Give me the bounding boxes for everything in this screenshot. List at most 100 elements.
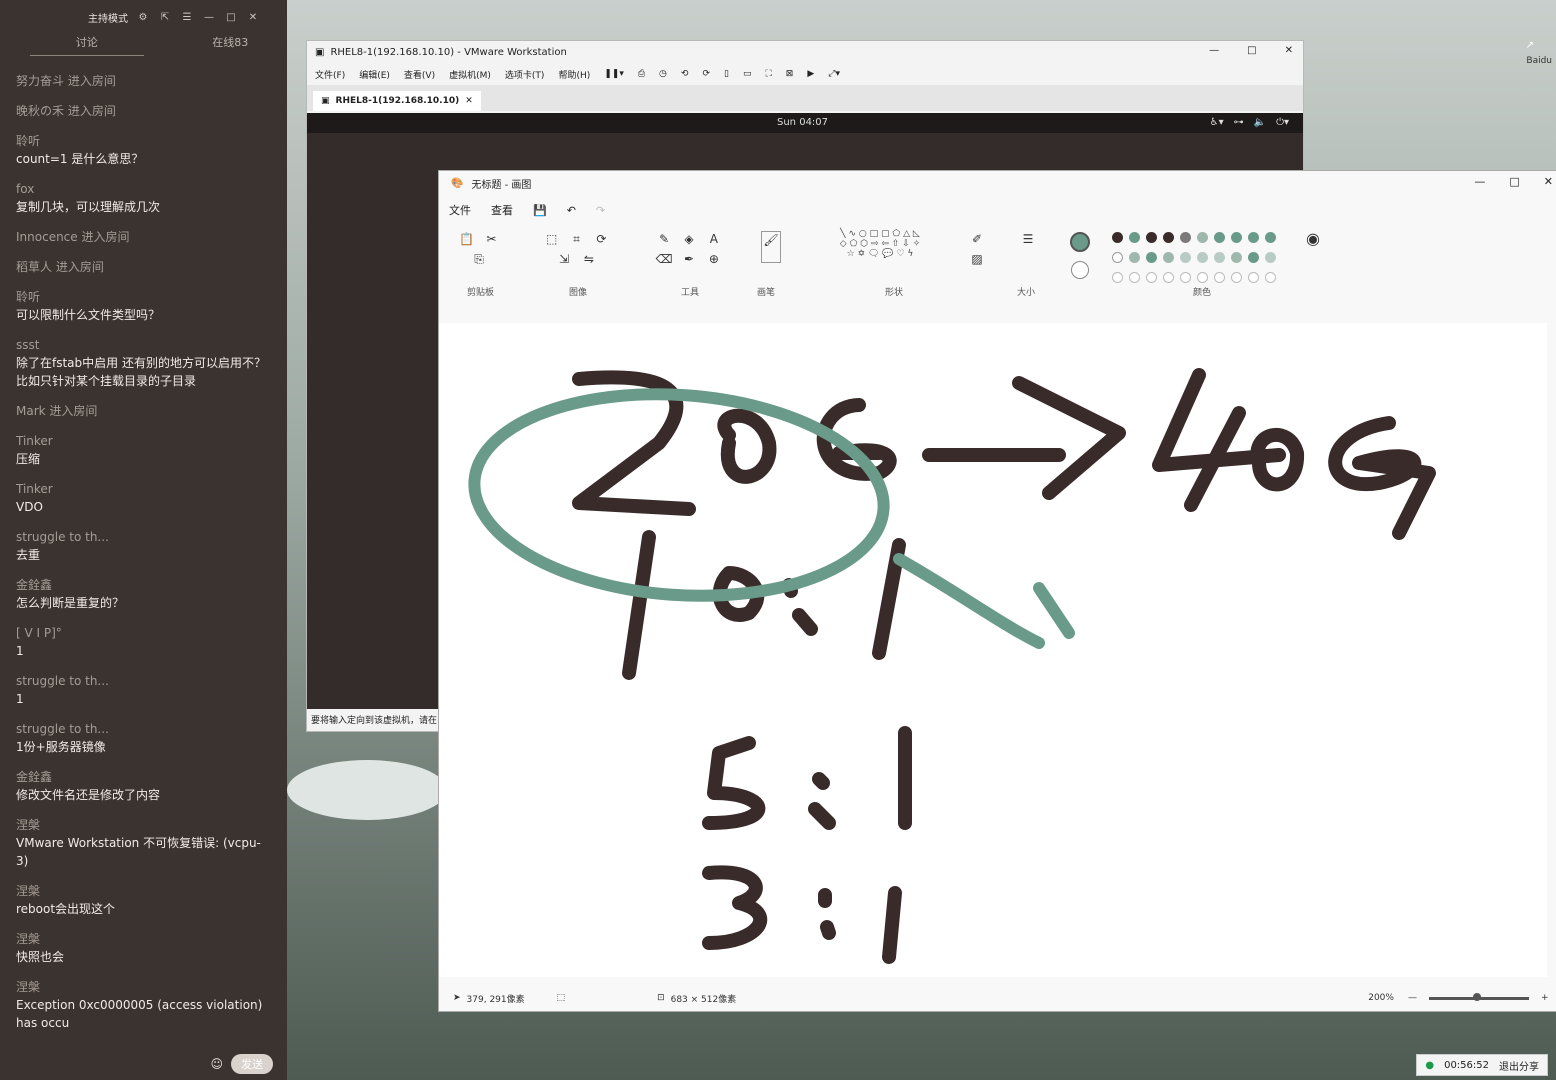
palette-swatch[interactable]	[1129, 272, 1140, 283]
volume-icon[interactable]: 🔈	[1254, 117, 1266, 128]
palette-swatch[interactable]	[1163, 252, 1174, 263]
menu-tabs[interactable]: 选项卡(T)	[505, 68, 545, 81]
palette-swatch[interactable]	[1112, 272, 1123, 283]
shape-pentagon-icon[interactable]: ⬠	[850, 239, 858, 249]
rotate-icon[interactable]: ⟳	[592, 231, 610, 247]
shape-rect-icon[interactable]: □	[870, 229, 879, 239]
palette-swatch[interactable]	[1214, 232, 1225, 243]
zoom-in-icon[interactable]: +	[1541, 993, 1549, 1003]
palette-swatch[interactable]	[1248, 252, 1259, 263]
shape-star4-icon[interactable]: ✧	[913, 239, 921, 249]
palette-swatch[interactable]	[1214, 272, 1225, 283]
stretch-icon[interactable]: ⤢▾	[828, 69, 840, 79]
text-icon[interactable]: A	[705, 231, 723, 247]
palette-swatch[interactable]	[1146, 232, 1157, 243]
unity-icon[interactable]: ⊠	[786, 69, 794, 79]
outline-icon[interactable]: ✐	[968, 231, 986, 247]
snapshot-icon[interactable]: ◷	[659, 69, 667, 79]
shape-triangle-icon[interactable]: △	[903, 229, 910, 239]
edit-colors-icon[interactable]: ◉	[1304, 231, 1322, 247]
pencil-icon[interactable]: ✎	[655, 231, 673, 247]
palette-swatch[interactable]	[1180, 232, 1191, 243]
minimize-icon[interactable]: —	[202, 12, 216, 23]
emoji-icon[interactable]: ☺	[210, 1057, 223, 1071]
chat-author[interactable]: Tinker	[16, 432, 267, 450]
select-icon[interactable]: ⬚	[543, 231, 561, 247]
manage-snapshots-icon[interactable]: ⟳	[702, 69, 710, 79]
palette-swatch[interactable]	[1197, 272, 1208, 283]
send-keys-icon[interactable]: ⎙	[638, 69, 645, 79]
palette-swatch[interactable]	[1146, 272, 1157, 283]
undo-icon[interactable]: ↶	[567, 204, 576, 217]
view-sidebar-icon[interactable]: ▯	[724, 69, 729, 79]
chat-author[interactable]: 涅槃	[16, 930, 267, 948]
shape-heart-icon[interactable]: ♡	[896, 249, 904, 259]
color-picker-icon[interactable]: ✒	[680, 251, 698, 267]
maximize-icon[interactable]: □	[1247, 45, 1256, 56]
palette-swatch[interactable]	[1231, 252, 1242, 263]
shape-hexagon-icon[interactable]: ⬡	[860, 239, 868, 249]
magnifier-icon[interactable]: ⊕	[705, 251, 723, 267]
menu-file[interactable]: 文件	[449, 202, 471, 218]
palette-swatch[interactable]	[1197, 252, 1208, 263]
chat-author[interactable]: [ V I P]°	[16, 624, 267, 642]
save-icon[interactable]: 💾	[533, 204, 547, 217]
palette-swatch[interactable]	[1265, 232, 1276, 243]
shape-arrow-up-icon[interactable]: ⇧	[892, 239, 900, 249]
chat-author[interactable]: 金銓鑫	[16, 768, 267, 786]
redo-icon[interactable]: ↷	[596, 204, 605, 217]
crop-icon[interactable]: ⌗	[568, 231, 586, 247]
power-icon[interactable]: ⏻▾	[1276, 117, 1289, 128]
chat-author[interactable]: 涅槃	[16, 978, 267, 996]
chat-author[interactable]: struggle to th...	[16, 672, 267, 690]
menu-view[interactable]: 查看(V)	[404, 68, 435, 81]
chat-author[interactable]: ssst	[16, 336, 267, 354]
view-thumbnail-icon[interactable]: ▭	[743, 69, 752, 79]
shape-star6-icon[interactable]: ✡	[858, 249, 866, 259]
chat-author[interactable]: Tinker	[16, 480, 267, 498]
zoom-out-icon[interactable]: —	[1408, 993, 1417, 1003]
minimize-icon[interactable]: —	[1474, 175, 1485, 188]
palette-swatch[interactable]	[1265, 272, 1276, 283]
menu-file[interactable]: 文件(F)	[315, 68, 345, 81]
close-tab-icon[interactable]: ✕	[465, 96, 473, 106]
shape-arrow-down-icon[interactable]: ⇩	[902, 239, 910, 249]
fill-shape-icon[interactable]: ▨	[968, 251, 986, 267]
drawing-canvas[interactable]	[439, 323, 1547, 977]
secondary-color-swatch[interactable]	[1071, 261, 1089, 279]
popout-icon[interactable]: ⇱	[158, 12, 172, 23]
shape-arrow-left-icon[interactable]: ⇦	[881, 239, 889, 249]
palette-swatch[interactable]	[1214, 252, 1225, 263]
paste-icon[interactable]: 📋	[458, 231, 476, 247]
menu-icon[interactable]: ☰	[180, 12, 194, 23]
palette-swatch[interactable]	[1231, 232, 1242, 243]
shape-callout-rect-icon[interactable]: 🗨	[868, 249, 879, 259]
close-icon[interactable]: ✕	[1544, 175, 1553, 188]
chat-author[interactable]: 金銓鑫	[16, 576, 267, 594]
tab-online[interactable]: 在线83	[174, 34, 288, 56]
fullscreen-icon[interactable]: ⛶	[765, 69, 771, 79]
settings-icon[interactable]: ⚙	[136, 12, 150, 23]
cut-icon[interactable]: ✂	[482, 231, 500, 247]
console-icon[interactable]: ▶	[807, 69, 814, 79]
shortcut-arrow-icon[interactable]: ↗	[1526, 40, 1534, 51]
palette-swatch[interactable]	[1163, 232, 1174, 243]
chat-author[interactable]: 聆听	[16, 288, 267, 306]
brush-icon[interactable]: 🖌	[761, 231, 781, 263]
send-button[interactable]: 发送	[231, 1054, 273, 1074]
shape-star5-icon[interactable]: ☆	[847, 249, 855, 259]
pause-icon[interactable]: ❚❚▾	[604, 69, 624, 79]
flip-icon[interactable]: ⇋	[580, 251, 598, 267]
shape-oval-icon[interactable]: ○	[859, 229, 867, 239]
shape-curve-icon[interactable]: ∿	[848, 229, 856, 239]
revert-snapshot-icon[interactable]: ⟲	[681, 69, 689, 79]
accessibility-icon[interactable]: ♿▾	[1210, 117, 1224, 128]
close-icon[interactable]: ✕	[246, 12, 260, 23]
palette-swatch[interactable]	[1248, 232, 1259, 243]
palette-swatch[interactable]	[1129, 232, 1140, 243]
copy-icon[interactable]: ⎘	[470, 251, 488, 267]
guest-clock[interactable]: Sun 04:07	[777, 117, 828, 128]
palette-swatch[interactable]	[1231, 272, 1242, 283]
shape-polygon-icon[interactable]: ⬠	[892, 229, 900, 239]
network-icon[interactable]: ⊶	[1234, 117, 1244, 128]
